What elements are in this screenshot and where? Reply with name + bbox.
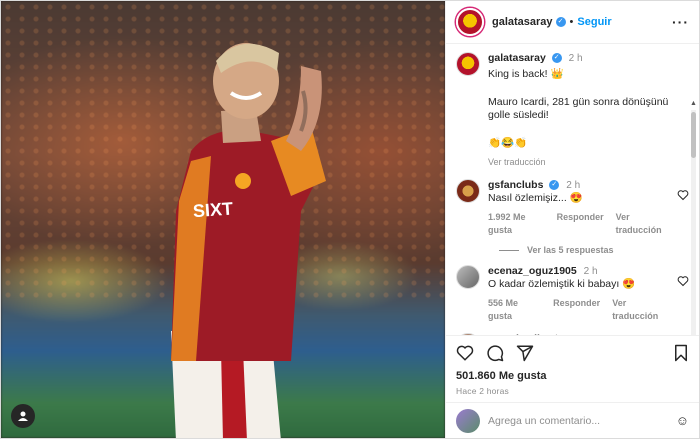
caption-line-1: King is back! 👑 <box>488 68 564 80</box>
comment-item: gsfanclubs ✓ 2 h Nasıl özlemişiz... 😍 1.… <box>456 179 689 237</box>
heart-icon[interactable] <box>677 189 689 201</box>
comments-scrollbar[interactable]: ▲ ▼ <box>690 100 697 335</box>
caption: galatasaray ✓ 2 h King is back! 👑 Mauro … <box>456 52 689 169</box>
caption-avatar[interactable] <box>456 52 480 76</box>
comments-list[interactable]: galatasaray ✓ 2 h King is back! 👑 Mauro … <box>446 44 699 335</box>
comment-translate-link[interactable]: Ver traducción <box>612 297 671 323</box>
author-avatar[interactable] <box>456 8 484 36</box>
caption-time: 2 h <box>568 53 583 64</box>
user-icon <box>18 411 28 421</box>
commenter-username[interactable]: yarenbaall <box>488 333 540 335</box>
heart-icon[interactable] <box>677 275 689 287</box>
caption-line-2: Mauro Icardi, 281 gün sonra dönüşünü gol… <box>488 96 669 121</box>
comment-time: 2 h <box>566 180 581 191</box>
commenter-avatar[interactable] <box>456 333 480 335</box>
author-username[interactable]: galatasaray <box>492 16 553 28</box>
share-icon[interactable] <box>516 344 534 362</box>
verified-icon: ✓ <box>555 17 566 27</box>
scroll-up-icon[interactable]: ▲ <box>690 100 697 107</box>
caption-username[interactable]: galatasaray <box>488 52 546 64</box>
comment-input[interactable] <box>488 414 676 427</box>
post-photo[interactable]: SIXT <box>1 1 445 438</box>
commenter-username[interactable]: gsfanclubs <box>488 179 543 191</box>
tagged-users-button[interactable] <box>11 404 35 428</box>
comment-item: yarenbaall 2 h <box>456 333 689 335</box>
post-side-panel: galatasaray ✓ • Seguir ··· galatasaray ✓… <box>445 1 699 438</box>
like-heart-icon[interactable] <box>456 344 474 362</box>
commenter-avatar[interactable] <box>456 265 480 289</box>
post-timestamp: Hace 2 horas <box>456 386 509 396</box>
comment-icon[interactable] <box>486 344 504 362</box>
bookmark-icon[interactable] <box>673 344 689 362</box>
view-replies-link[interactable]: Ver las 5 respuestas <box>499 245 689 255</box>
likes-count[interactable]: 501.860 Me gusta <box>456 370 689 382</box>
comment-text: O kadar özlemiştik ki babayı 😍 <box>488 278 636 290</box>
comment-translate-link[interactable]: Ver traducción <box>616 211 671 237</box>
comment-item: ecenaz_oguz1905 2 h O kadar özlemiştik k… <box>456 265 689 323</box>
comment-time: 2 h <box>583 266 598 277</box>
caption-translate-link[interactable]: Ver traducción <box>488 156 546 169</box>
comment-time: 2 h <box>547 334 561 335</box>
caption-emojis: 👏😂👏 <box>488 137 528 149</box>
emoji-icon[interactable]: ☺ <box>676 413 689 428</box>
verified-icon: ✓ <box>551 53 562 64</box>
comment-text: Nasıl özlemişiz... 😍 <box>488 192 583 204</box>
commenter-avatar[interactable] <box>456 179 480 203</box>
post-actions: 501.860 Me gusta Hace 2 horas <box>446 335 699 402</box>
player-figure: SIXT <box>171 43 326 438</box>
post-header: galatasaray ✓ • Seguir ··· <box>446 1 699 44</box>
scrollbar-thumb[interactable] <box>691 112 696 158</box>
comment-composer: ☺ <box>446 402 699 438</box>
reply-button[interactable]: Responder <box>553 297 600 323</box>
more-options-icon[interactable]: ··· <box>672 14 689 30</box>
comment-likes[interactable]: 1.992 Me gusta <box>488 211 545 237</box>
commenter-username[interactable]: ecenaz_oguz1905 <box>488 265 577 277</box>
comment-likes[interactable]: 556 Me gusta <box>488 297 541 323</box>
jersey-sponsor-text: SIXT <box>192 198 233 221</box>
my-avatar <box>456 408 480 433</box>
verified-icon: ✓ <box>549 180 560 191</box>
post-modal: SIXT galatasaray ✓ • Seguir ··· galatasa… <box>0 0 700 439</box>
separator-dot: • <box>569 16 574 28</box>
reply-button[interactable]: Responder <box>557 211 604 237</box>
follow-button[interactable]: Seguir <box>577 16 611 28</box>
